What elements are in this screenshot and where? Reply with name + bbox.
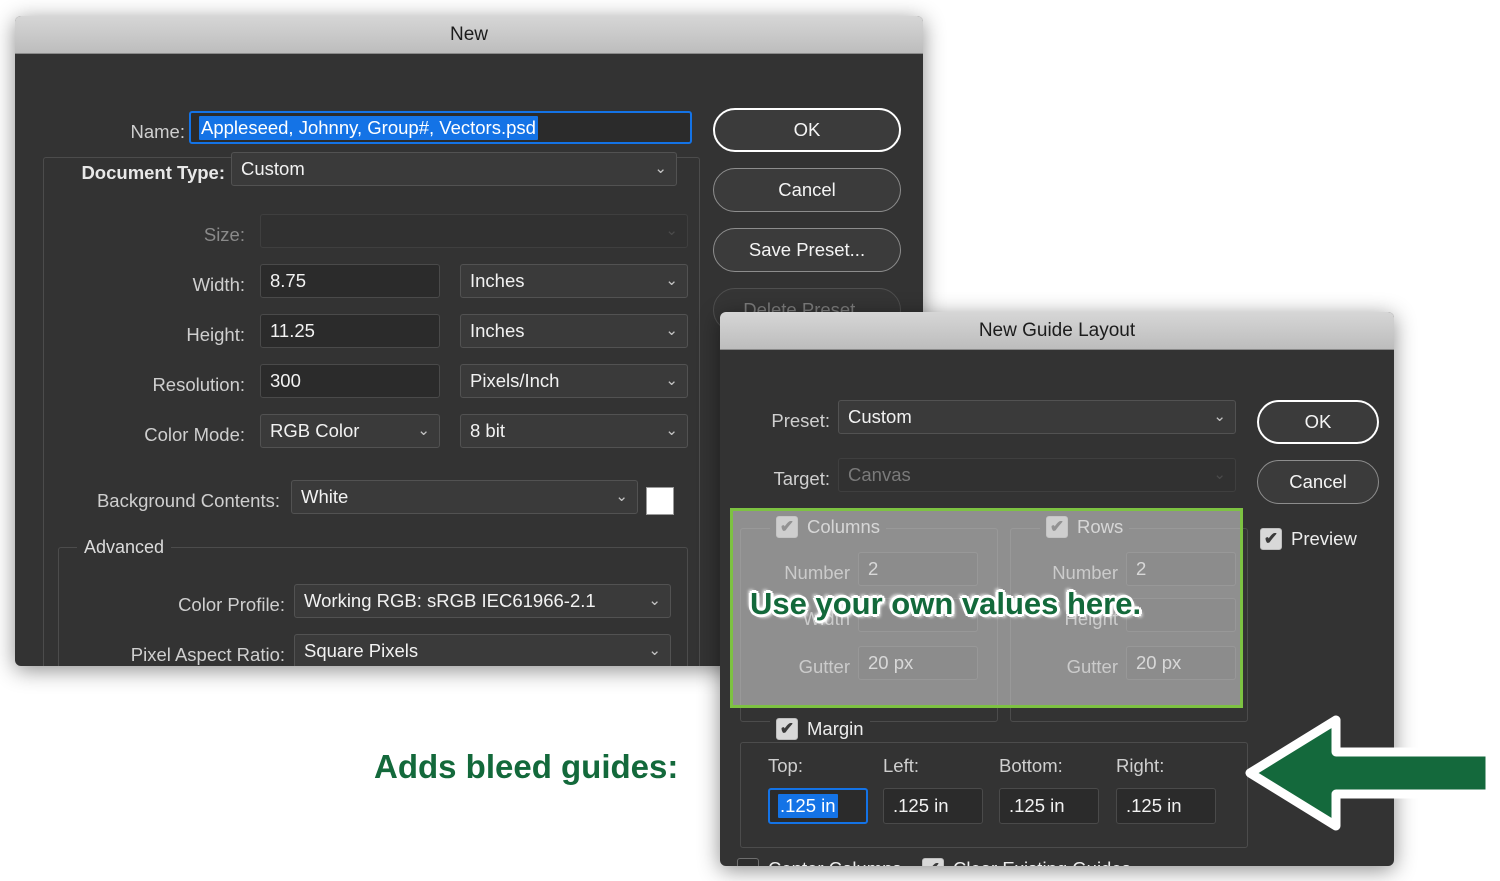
margin-left-input[interactable]: .125 in <box>883 788 983 824</box>
cancel-label: Cancel <box>1289 471 1347 492</box>
width-unit-select[interactable]: Inches ⌄ <box>460 264 688 298</box>
chevron-down-icon: ⌄ <box>665 321 678 339</box>
pixel-aspect-value: Square Pixels <box>304 640 419 661</box>
guide-dialog-ok-button[interactable]: OK <box>1257 400 1379 444</box>
new-dialog-titlebar[interactable]: New <box>15 16 923 54</box>
center-columns-label: Center Columns <box>768 858 902 866</box>
use-own-values-annotation: Use your own values here. <box>750 586 1142 621</box>
margin-checkbox-row[interactable]: ✔ Margin <box>770 718 870 740</box>
background-contents-select[interactable]: White ⌄ <box>291 480 638 514</box>
margin-label: Margin <box>807 718 864 739</box>
chevron-down-icon: ⌄ <box>654 159 667 177</box>
margin-right-value: .125 in <box>1126 795 1182 816</box>
adds-bleed-guides-annotation: Adds bleed guides: <box>374 748 679 785</box>
guide-dialog-titlebar[interactable]: New Guide Layout <box>720 312 1394 350</box>
document-type-value: Custom <box>241 158 305 179</box>
color-depth-value: 8 bit <box>470 420 505 441</box>
resolution-unit-select[interactable]: Pixels/Inch ⌄ <box>460 364 688 398</box>
size-select[interactable]: ⌄ <box>260 214 688 248</box>
clear-existing-guides-label: Clear Existing Guides <box>953 858 1131 866</box>
width-label: Width: <box>192 274 245 295</box>
margin-checkbox[interactable]: ✔ <box>776 718 798 740</box>
ok-label: OK <box>793 119 821 140</box>
preset-label: Preset: <box>771 410 830 431</box>
size-label: Size: <box>203 224 245 245</box>
cancel-label: Cancel <box>778 179 836 200</box>
color-depth-select[interactable]: 8 bit ⌄ <box>460 414 688 448</box>
color-profile-value: Working RGB: sRGB IEC61966-2.1 <box>304 590 596 611</box>
new-dialog-ok-button[interactable]: OK <box>713 108 901 152</box>
document-type-select[interactable]: Custom ⌄ <box>231 152 677 186</box>
margin-top-value: .125 in <box>778 794 838 818</box>
color-mode-label: Color Mode: <box>144 424 245 445</box>
height-input[interactable]: 11.25 <box>260 314 440 348</box>
chevron-down-icon: ⌄ <box>648 641 661 659</box>
chevron-down-icon: ⌄ <box>665 271 678 289</box>
clear-existing-guides-checkbox[interactable]: ✔ <box>922 858 944 866</box>
document-name-input[interactable]: Appleseed, Johnny, Group#, Vectors.psd <box>189 111 692 144</box>
background-contents-label: Background Contents: <box>96 490 280 511</box>
preview-checkbox[interactable]: ✔ <box>1260 528 1282 550</box>
resolution-unit-value: Pixels/Inch <box>470 370 560 391</box>
height-label: Height: <box>186 324 245 345</box>
new-dialog-cancel-button[interactable]: Cancel <box>713 168 901 212</box>
center-columns-checkbox[interactable] <box>737 858 759 866</box>
preset-select[interactable]: Custom ⌄ <box>838 400 1236 434</box>
target-select: Canvas ⌄ <box>838 458 1236 492</box>
color-profile-label: Color Profile: <box>178 594 285 615</box>
chevron-down-icon: ⌄ <box>665 371 678 389</box>
target-label: Target: <box>773 468 830 489</box>
pixel-aspect-label: Pixel Aspect Ratio: <box>130 644 285 665</box>
guide-dialog-cancel-button[interactable]: Cancel <box>1257 460 1379 504</box>
chevron-down-icon: ⌄ <box>417 421 430 439</box>
background-contents-value: White <box>301 486 349 507</box>
width-input[interactable]: 8.75 <box>260 264 440 298</box>
resolution-label: Resolution: <box>152 374 245 395</box>
pixel-aspect-select[interactable]: Square Pixels ⌄ <box>294 634 671 666</box>
chevron-down-icon: ⌄ <box>665 221 678 239</box>
height-value: 11.25 <box>270 320 315 341</box>
clear-existing-guides-checkbox-row[interactable]: ✔ Clear Existing Guides <box>922 858 1131 866</box>
color-profile-select[interactable]: Working RGB: sRGB IEC61966-2.1 ⌄ <box>294 584 671 618</box>
preview-checkbox-row[interactable]: ✔ Preview <box>1260 528 1357 550</box>
margin-bottom-value: .125 in <box>1009 795 1065 816</box>
height-unit-value: Inches <box>470 320 525 341</box>
margin-right-label: Right: <box>1116 755 1165 776</box>
height-unit-select[interactable]: Inches ⌄ <box>460 314 688 348</box>
save-preset-label: Save Preset... <box>748 239 866 260</box>
color-mode-select[interactable]: RGB Color ⌄ <box>260 414 440 448</box>
resolution-input[interactable]: 300 <box>260 364 440 398</box>
target-value: Canvas <box>848 464 911 485</box>
margin-top-label: Top: <box>768 755 803 776</box>
width-value: 8.75 <box>270 270 307 291</box>
margin-right-input[interactable]: .125 in <box>1116 788 1216 824</box>
margin-left-value: .125 in <box>893 795 949 816</box>
chevron-down-icon: ⌄ <box>615 487 628 505</box>
chevron-down-icon: ⌄ <box>1213 407 1226 425</box>
chevron-down-icon: ⌄ <box>665 421 678 439</box>
document-name-value: Appleseed, Johnny, Group#, Vectors.psd <box>199 115 538 140</box>
center-columns-checkbox-row[interactable]: Center Columns <box>737 858 902 866</box>
advanced-group-label: Advanced <box>77 537 172 558</box>
chevron-down-icon: ⌄ <box>648 591 661 609</box>
resolution-value: 300 <box>270 370 301 391</box>
margin-bottom-label: Bottom: <box>999 755 1063 776</box>
document-type-label: Document Type: <box>81 162 225 183</box>
preview-label: Preview <box>1291 528 1357 549</box>
margin-left-label: Left: <box>883 755 919 776</box>
background-color-swatch[interactable] <box>646 487 674 515</box>
name-label: Name: <box>130 121 186 142</box>
width-unit-value: Inches <box>470 270 525 291</box>
margin-top-input[interactable]: .125 in <box>768 788 868 824</box>
chevron-down-icon: ⌄ <box>1213 465 1226 483</box>
green-arrow-icon <box>1245 715 1495 831</box>
ok-label: OK <box>1304 411 1332 432</box>
color-mode-value: RGB Color <box>270 420 360 441</box>
save-preset-button[interactable]: Save Preset... <box>713 228 901 272</box>
preset-value: Custom <box>848 406 912 427</box>
margin-bottom-input[interactable]: .125 in <box>999 788 1099 824</box>
